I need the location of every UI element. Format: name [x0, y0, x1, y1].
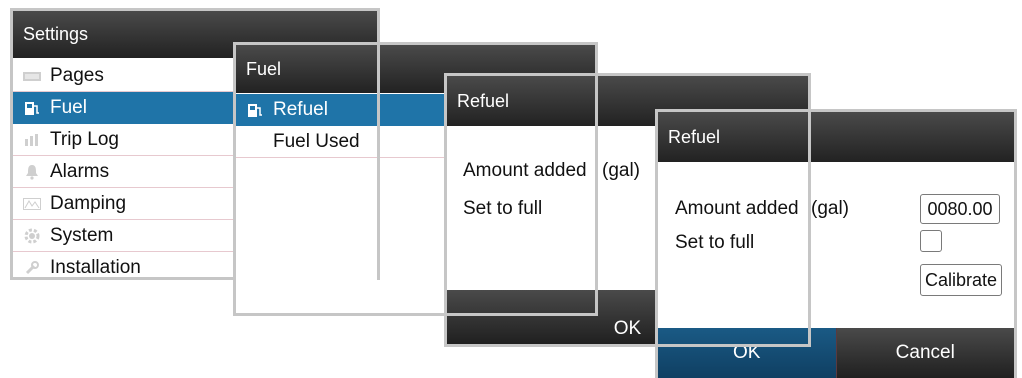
amount-unit-label: (gal): [811, 198, 850, 219]
gear-icon: [23, 228, 41, 243]
wrench-icon: [23, 261, 41, 275]
cancel-button[interactable]: Cancel: [835, 328, 1014, 378]
amount-added-input[interactable]: 0080.00: [920, 194, 1000, 224]
fuel-pump-icon: [23, 101, 41, 115]
ok-button[interactable]: OK: [658, 328, 836, 378]
amount-added-label: Amount added: [463, 160, 587, 181]
refuel-front-title: Refuel: [668, 126, 721, 147]
refuel-back-title: Refuel: [457, 90, 510, 111]
refuel-front-titlebar: Refuel: [658, 112, 1014, 162]
set-to-full-checkbox[interactable]: [920, 230, 942, 252]
fuel-title: Fuel: [246, 58, 282, 79]
menu-item-label: Fuel Used: [273, 130, 360, 152]
calibrate-button[interactable]: Calibrate: [920, 264, 1002, 296]
sidebar-item-label: Trip Log: [50, 128, 119, 150]
cancel-label: Cancel: [895, 342, 955, 363]
amount-added-label: Amount added: [675, 198, 799, 219]
fuel-pump-icon: [246, 103, 264, 117]
amount-unit-label: (gal): [602, 160, 641, 181]
refuel-dialog-front: Refuel Amount added (gal) 0080.00 Set to…: [655, 109, 1017, 378]
set-to-full-label: Set to full: [675, 232, 755, 253]
bell-icon: [23, 164, 41, 180]
damping-icon: [23, 197, 41, 211]
sidebar-item-label: Pages: [50, 64, 104, 86]
amount-added-value: 0080.00: [927, 198, 993, 219]
calibrate-label: Calibrate: [924, 269, 998, 290]
sidebar-item-label: System: [50, 224, 114, 246]
sidebar-item-label: Installation: [50, 257, 141, 278]
menu-item-label: Refuel: [273, 98, 328, 120]
refuel-front-buttonbar: OK Cancel: [658, 328, 1014, 378]
set-to-full-label: Set to full: [463, 198, 543, 219]
trip-log-icon: [23, 133, 41, 147]
ok-label: OK: [733, 342, 761, 363]
sidebar-item-label: Fuel: [50, 96, 87, 118]
sidebar-item-label: Alarms: [50, 160, 110, 182]
pages-icon: [23, 69, 41, 83]
sidebar-item-label: Damping: [50, 192, 127, 214]
settings-title: Settings: [23, 24, 89, 44]
ok-label: OK: [613, 318, 642, 339]
